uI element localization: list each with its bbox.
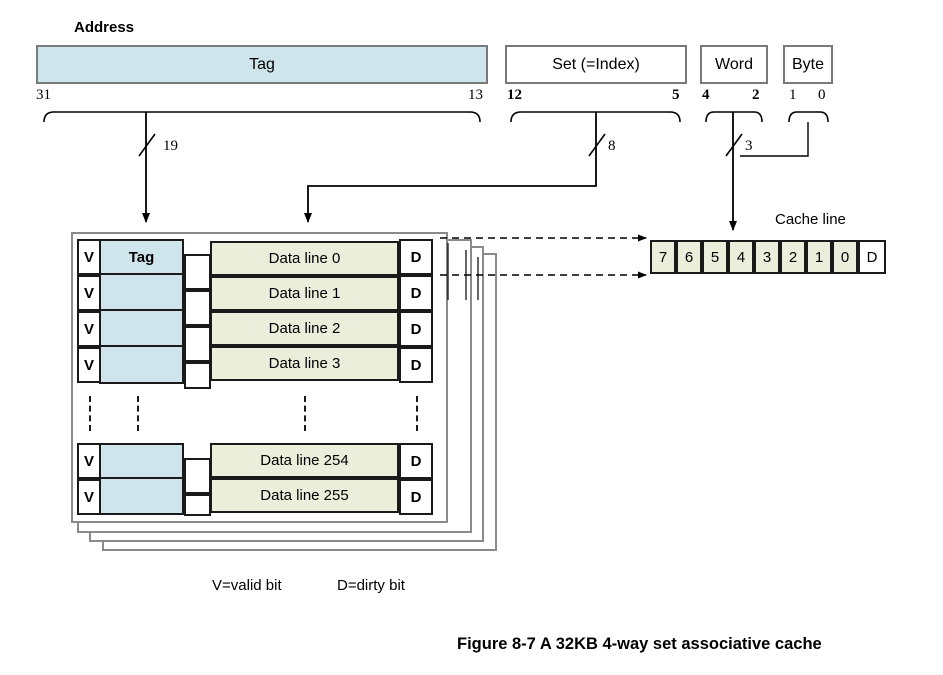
address-field-byte-lo-bit: 0 [818,87,826,103]
set-width-label: 8 [608,138,616,154]
address-field-byte-hi-bit: 1 [789,87,797,103]
brace-tag [43,111,481,123]
tag-cell-row-2 [99,311,184,347]
dirty-bit-cell-row-254: D [399,443,433,479]
tag-cell-row-1 [99,275,184,311]
address-field-tag-label: Tag [249,55,275,73]
address-field-word: Word [700,45,768,84]
cache-line-word-4: 4 [728,240,754,274]
legend-dirty-bit: D=dirty bit [337,577,405,594]
address-field-byte-label: Byte [791,55,824,73]
tag-data-connector-255 [184,494,211,516]
dirty-bit-cell-row-2: D [399,311,433,347]
address-field-set: Set (=Index) [505,45,687,84]
address-field-set-hi-bit: 12 [507,87,522,103]
address-field-word-lo-bit: 2 [752,87,760,103]
dirty-bit-cell-row-3: D [399,347,433,383]
address-field-set-lo-bit: 5 [672,87,680,103]
word-width-label: 3 [745,138,753,154]
tag-width-slash [138,133,156,157]
data-line-254: Data line 254 [210,443,399,478]
brace-set [510,111,681,123]
address-field-word-label: Word [715,55,753,73]
tag-column-header: Tag [128,248,155,266]
tag-data-connector-254 [184,458,211,494]
data-line-3: Data line 3 [210,346,399,381]
data-line-0: Data line 0 [210,241,399,276]
data-line-2: Data line 2 [210,311,399,346]
cache-line-word-1: 1 [806,240,832,274]
valid-bit-cell-row-254: V [77,443,101,479]
valid-bit-cell-row-3: V [77,347,101,383]
tag-data-connector-3 [184,362,211,389]
dirty-bit-cell-row-255: D [399,479,433,515]
set-width-slash [588,133,606,157]
cache-line-word-7: 7 [650,240,676,274]
cache-line-dirty-cell: D [858,240,886,274]
address-title: Address [74,19,135,36]
cache-line-word-3: 3 [754,240,780,274]
ellipsis-valid-column [89,396,91,431]
valid-bit-cell-row-1: V [77,275,101,311]
address-field-tag-lo-bit: 13 [468,87,483,103]
brace-word [705,111,763,123]
ellipsis-data-column [304,396,306,431]
word-width-slash [725,133,743,157]
ellipsis-dirty-column [416,396,418,431]
tag-cell-row-254 [99,443,184,479]
legend-valid-bit: V=valid bit [212,577,282,594]
tag-data-connector-1 [184,290,211,326]
address-field-byte: Byte [783,45,833,84]
cache-line-word-5: 5 [702,240,728,274]
tag-data-connector-2 [184,326,211,362]
ellipsis-tag-column [137,396,139,431]
address-field-tag-hi-bit: 31 [36,87,51,103]
valid-bit-cell-row-255: V [77,479,101,515]
address-field-tag: Tag [36,45,488,84]
valid-bit-cell-row-0: V [77,239,101,275]
tag-width-label: 19 [163,138,178,154]
dirty-bit-cell-row-0: D [399,239,433,275]
figure-caption: Figure 8-7 A 32KB 4-way set associative … [457,635,822,653]
dirty-bit-cell-row-1: D [399,275,433,311]
set-arrow [304,112,597,223]
cache-line-word-6: 6 [676,240,702,274]
valid-bit-cell-row-2: V [77,311,101,347]
cache-line-title: Cache line [775,211,846,228]
figure-canvas: Address Tag 31 13 Set (=Index) 12 5 Word… [0,0,943,675]
data-line-1: Data line 1 [210,276,399,311]
data-line-255: Data line 255 [210,478,399,513]
brace-byte [788,111,829,123]
tag-data-connector-0 [184,254,211,290]
cache-line-word-2: 2 [780,240,806,274]
address-field-word-hi-bit: 4 [702,87,710,103]
cache-line-word-0: 0 [832,240,858,274]
address-field-set-label: Set (=Index) [552,55,640,73]
